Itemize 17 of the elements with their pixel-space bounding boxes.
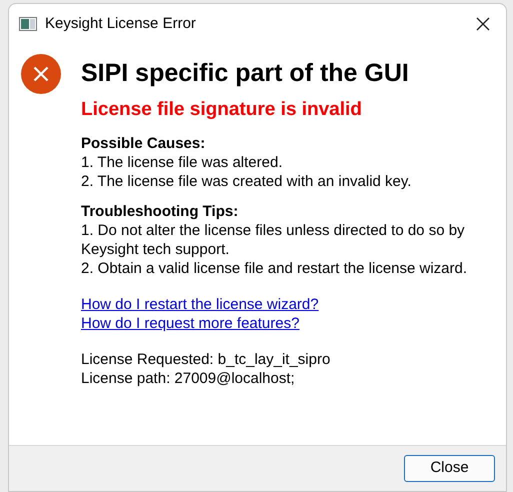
dialog-heading: SIPI specific part of the GUI — [81, 58, 410, 88]
info-text: License path: 27009@localhost; — [81, 369, 296, 388]
app-icon — [19, 17, 37, 31]
section-text: 1. Do not alter the license files unless directed to do so by Keysight tech support. — [81, 221, 466, 259]
section-text: 2. Obtain a valid license file and restart the license wizard. — [81, 259, 468, 278]
error-icon — [21, 54, 61, 94]
section-text: 1. The license file was altered. — [81, 153, 284, 172]
help-link[interactable]: How do I restart the license wizard? — [81, 295, 319, 314]
section-text: 2. The license file was created with an invalid key. — [81, 172, 412, 191]
info-text: License Requested: b_tc_lay_it_sipro — [81, 350, 332, 369]
close-icon[interactable] — [476, 16, 492, 32]
error-message: License file signature is invalid — [81, 98, 363, 122]
section-title: Troubleshooting Tips: — [81, 202, 240, 221]
section-title: Possible Causes: — [81, 134, 206, 153]
window-title: Keysight License Error — [45, 14, 196, 34]
close-button[interactable]: Close — [404, 455, 495, 482]
help-link[interactable]: How do I request more features? — [81, 314, 300, 333]
